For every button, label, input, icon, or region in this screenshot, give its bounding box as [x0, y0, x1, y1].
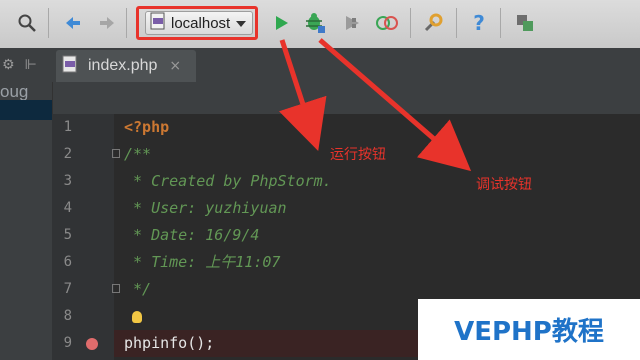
- debug-annotation-arrow: [318, 38, 472, 172]
- run-button-annotation: 运行按钮: [330, 147, 386, 163]
- run-annotation-arrow: [278, 39, 327, 152]
- debug-button-annotation: 调试按钮: [476, 177, 532, 193]
- watermark: VEPHP教程: [418, 299, 640, 360]
